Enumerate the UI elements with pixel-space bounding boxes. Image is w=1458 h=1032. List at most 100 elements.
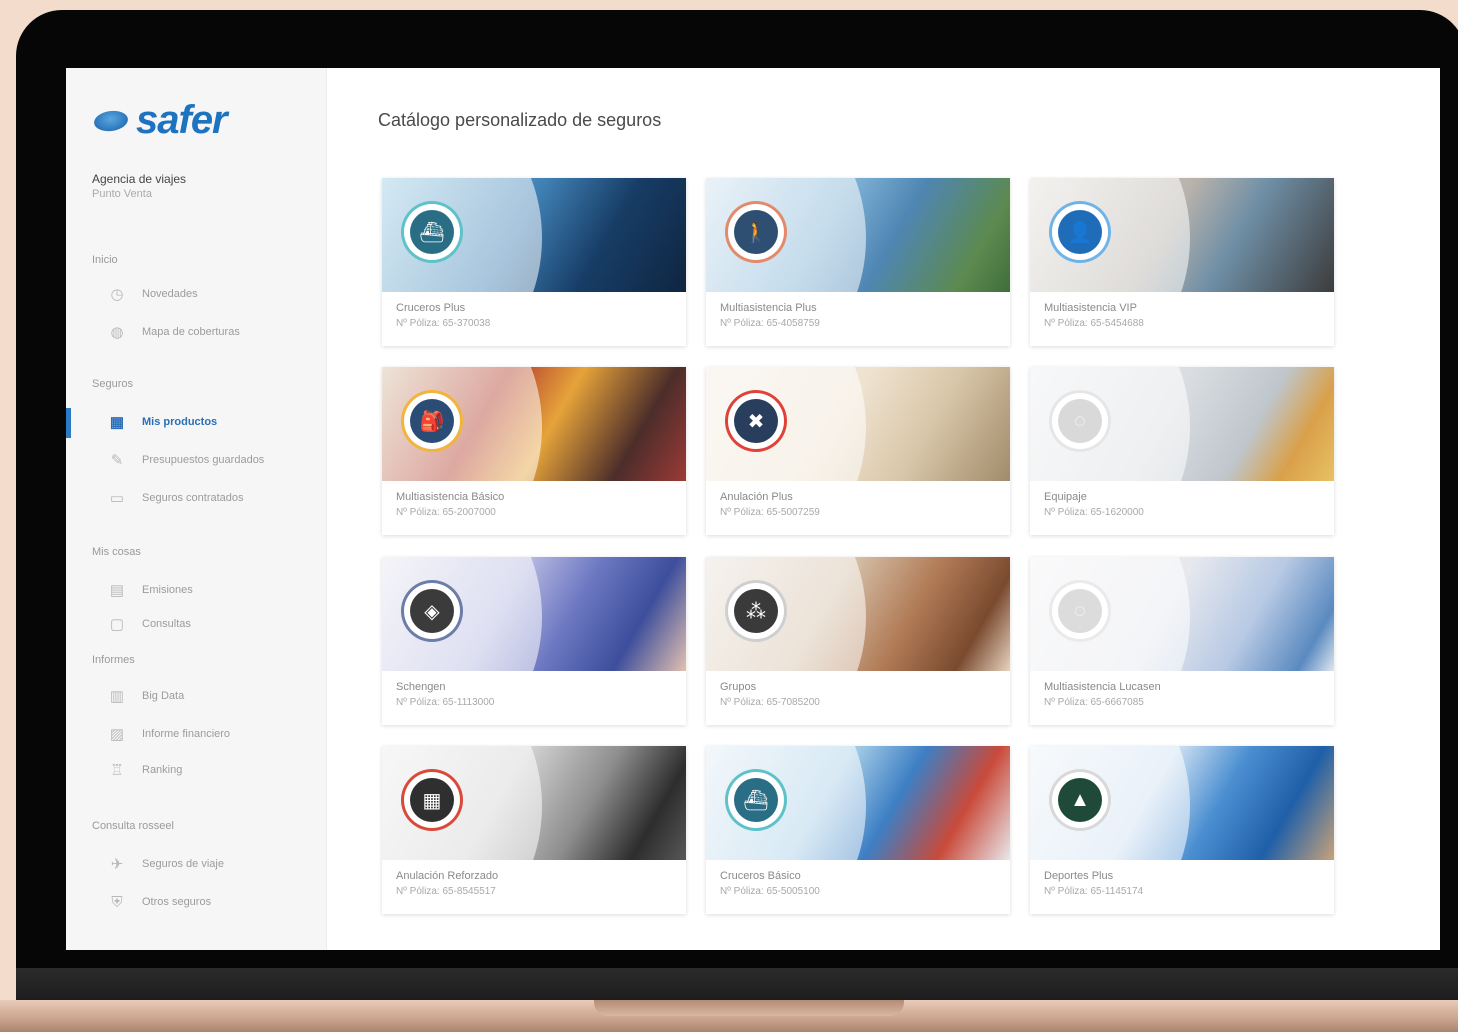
active-nav-indicator [66,408,71,438]
product-image: ◌ [1030,557,1334,671]
product-image: ⛴ [706,746,1010,860]
sidebar-item-globe[interactable]: ◍ Mapa de coberturas [106,318,316,346]
product-info: Equipaje Nº Póliza: 65-1620000 [1030,481,1334,518]
product-name: Schengen [396,681,446,693]
agency-info: Agencia de viajes Punto Venta [92,172,186,200]
policy-number: Nº Póliza: 65-2007000 [396,507,496,518]
policy-number: Nº Póliza: 65-370038 [396,318,491,329]
sidebar-item-label: Otros seguros [142,896,212,908]
product-name: Multiasistencia Lucasen [1044,681,1161,693]
product-image: ◌ [1030,367,1334,481]
product-image: ⛴ [382,178,686,292]
product-info: Cruceros Plus Nº Póliza: 65-370038 [382,292,686,329]
product-image: ⁂ [706,557,1010,671]
sidebar-item-label: Informe financiero [142,728,231,740]
product-card[interactable]: ⛴ Cruceros Plus Nº Póliza: 65-370038 [382,178,686,346]
products-icon: ▦ [109,414,125,431]
policy-number: Nº Póliza: 65-7085200 [720,697,820,708]
nav-section-title: Seguros [92,378,133,390]
product-image: ✖ [706,367,1010,481]
product-badge: ◌ [1052,393,1108,449]
product-badge: ◌ [1052,583,1108,639]
agency-subtitle: Punto Venta [92,188,152,200]
product-card[interactable]: 🚶 Multiasistencia Plus Nº Póliza: 65-40587… [706,178,1010,346]
sidebar-item-trophy[interactable]: ♖ Ranking [106,756,316,784]
product-card[interactable]: 🎒 Multiasistencia Básico Nº Póliza: 65-200… [382,367,686,535]
ship-icon: ⛴ [410,210,454,254]
traveler-icon: 👤 [1058,210,1102,254]
sidebar-item-monitor[interactable]: ▭ Seguros contratados [106,484,316,512]
nav-section-title: Consulta rosseel [92,820,174,832]
policy-number: Nº Póliza: 65-5007259 [720,507,820,518]
sidebar-item-pen[interactable]: ✎ Presupuestos guardados [106,446,316,474]
globe-icon: ◍ [110,324,124,341]
product-image: ▲ [1030,746,1334,860]
laptop-chin [16,968,1458,1004]
product-name: Cruceros Plus [396,302,466,314]
product-image: 🎒 [382,367,686,481]
chat-icon: ▢ [109,616,125,633]
sidebar-item-plane[interactable]: ✈ Seguros de viaje [106,850,316,878]
product-card[interactable]: ⛴ Cruceros Básico Nº Póliza: 65-5005100 [706,746,1010,914]
product-badge: 🚶 [728,204,784,260]
product-image: 🚶 [706,178,1010,292]
product-card[interactable]: 👤 Multiasistencia VIP Nº Póliza: 65-545468… [1030,178,1334,346]
product-card[interactable]: ◌ Equipaje Nº Póliza: 65-1620000 [1030,367,1334,535]
product-info: Cruceros Básico Nº Póliza: 65-5005100 [706,860,1010,897]
group-icon: ⁂ [734,589,778,633]
laptop-notch [594,1000,904,1016]
product-badge: ⁂ [728,583,784,639]
app-screen: safer Agencia de viajes Punto Venta Inic… [66,68,1440,950]
calendar-icon: ▦ [410,778,454,822]
sidebar-item-products[interactable]: ▦ Mis productos [106,408,316,436]
sidebar-item-label: Emisiones [142,584,193,596]
policy-number: Nº Póliza: 65-5005100 [720,886,820,897]
backpacker-icon: 🎒 [410,399,454,443]
sidebar-item-clock[interactable]: ◷ Novedades [106,280,316,308]
product-card[interactable]: ▲ Deportes Plus Nº Póliza: 65-1145174 [1030,746,1334,914]
schengen-icon: ◈ [410,589,454,633]
mountain-icon: ▲ [1058,778,1102,822]
policy-number: Nº Póliza: 65-8545517 [396,886,496,897]
sidebar-item-document[interactable]: ▤ Emisiones [106,576,316,604]
globe-badge-icon: ◌ [1058,589,1102,633]
plane-icon: ✈ [110,856,124,873]
policy-number: Nº Póliza: 65-1145174 [1044,886,1144,897]
safer-logo-icon [92,108,130,133]
product-name: Equipaje [1044,491,1087,503]
product-card[interactable]: ◈ Schengen Nº Póliza: 65-1113000 [382,557,686,725]
product-info: Deportes Plus Nº Póliza: 65-1145174 [1030,860,1334,897]
product-name: Multiasistencia VIP [1044,302,1137,314]
sidebar-item-label: Big Data [142,690,185,702]
product-name: Multiasistencia Plus [720,302,817,314]
sidebar-item-label: Seguros contratados [142,492,244,504]
product-name: Grupos [720,681,757,693]
product-card[interactable]: ✖ Anulación Plus Nº Póliza: 65-5007259 [706,367,1010,535]
product-badge: 👤 [1052,204,1108,260]
sidebar-item-label: Novedades [142,288,198,300]
policy-number: Nº Póliza: 65-6667085 [1044,697,1144,708]
sidebar-item-finance[interactable]: ▨ Informe financiero [106,720,316,748]
sidebar-item-chat[interactable]: ▢ Consultas [106,610,316,638]
product-name: Deportes Plus [1044,870,1114,882]
sidebar-item-grid[interactable]: ▥ Big Data [106,682,316,710]
policy-number: Nº Póliza: 65-1113000 [396,697,495,708]
sidebar-item-shield[interactable]: ⛨ Otros seguros [106,888,316,916]
document-icon: ▤ [109,582,125,599]
finance-icon: ▨ [109,726,125,743]
product-badge: ▲ [1052,772,1108,828]
product-badge: ✖ [728,393,784,449]
sidebar-item-label: Mis productos [142,416,218,428]
nav-section-title: Inicio [92,254,118,266]
pen-icon: ✎ [110,452,124,469]
monitor-icon: ▭ [109,490,125,507]
brand-logo[interactable]: safer [92,98,228,143]
product-card[interactable]: ⁂ Grupos Nº Póliza: 65-7085200 [706,557,1010,725]
product-card[interactable]: ▦ Anulación Reforzado Nº Póliza: 65-854551… [382,746,686,914]
product-card[interactable]: ◌ Multiasistencia Lucasen Nº Póliza: 65-66… [1030,557,1334,725]
sidebar-item-label: Consultas [142,618,191,630]
product-image: 👤 [1030,178,1334,292]
product-info: Multiasistencia VIP Nº Póliza: 65-5454688 [1030,292,1334,329]
clock-icon: ◷ [110,286,124,303]
product-image: ▦ [382,746,686,860]
